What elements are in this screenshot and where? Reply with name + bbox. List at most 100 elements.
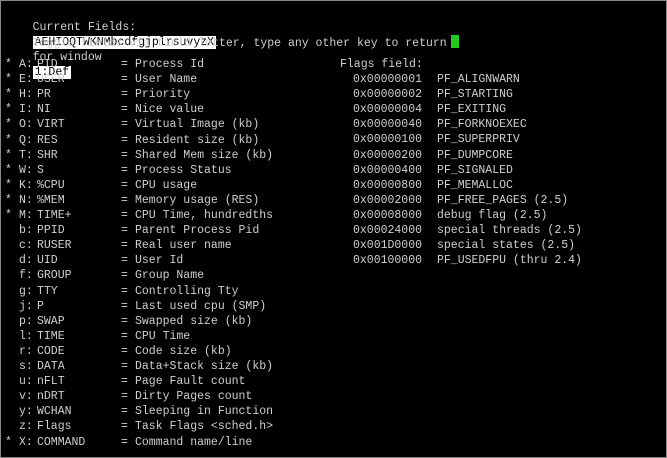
- field-name: UID: [37, 254, 58, 268]
- field-row[interactable]: r: CODE = Code size (kb): [5, 344, 232, 359]
- flag-hex-value: 0x00000004: [353, 103, 423, 117]
- field-row[interactable]: y: WCHAN = Sleeping in Function: [5, 404, 273, 419]
- instructions-line: Toggle fields via field letter, type any…: [5, 20, 459, 50]
- field-description: Process Id: [135, 58, 205, 71]
- field-enabled-marker: *: [5, 133, 12, 147]
- flag-name: PF_SIGNALED: [437, 163, 513, 177]
- field-key: O:: [19, 118, 33, 132]
- field-separator: =: [121, 284, 128, 298]
- field-enabled-marker: *: [5, 73, 12, 87]
- field-row[interactable]: * A: PID = Process Id: [5, 57, 204, 72]
- flag-name: special threads (2.5): [437, 224, 582, 237]
- field-row[interactable]: * Q: RES = Resident size (kb): [5, 133, 259, 148]
- field-key: v:: [19, 390, 33, 404]
- field-row[interactable]: j: P = Last used cpu (SMP): [5, 299, 266, 314]
- terminal-window[interactable]: Current Fields: AEHIOQTWKNMbcdfgjplrsuvy…: [0, 0, 667, 458]
- field-separator: =: [121, 88, 128, 102]
- field-row[interactable]: * M: TIME+ = CPU Time, hundredths: [5, 208, 273, 223]
- terminal-cursor[interactable]: [450, 35, 459, 48]
- field-description: Priority: [135, 88, 191, 102]
- field-row[interactable]: v: nDRT = Dirty Pages count: [5, 389, 252, 404]
- flag-name: PF_FORKNOEXEC: [437, 118, 527, 132]
- field-enabled-marker: *: [5, 163, 12, 177]
- flag-hex-value: 0x00000200: [353, 148, 423, 162]
- field-row[interactable]: u: nFLT = Page Fault count: [5, 374, 245, 389]
- field-description: Real user name: [135, 239, 232, 253]
- field-separator: =: [121, 224, 128, 238]
- field-name: PPID: [37, 224, 65, 238]
- field-separator: =: [121, 73, 128, 87]
- field-separator: =: [121, 163, 128, 177]
- field-enabled-marker: *: [5, 435, 12, 449]
- field-enabled-marker: *: [5, 103, 12, 117]
- field-separator: =: [121, 103, 128, 117]
- field-description: Data+Stack size (kb): [135, 360, 274, 373]
- field-enabled-marker: *: [5, 193, 12, 207]
- field-row[interactable]: * K: %CPU = CPU usage: [5, 178, 197, 193]
- field-row[interactable]: * X: COMMAND = Command name/line: [5, 435, 252, 450]
- field-name: Flags: [37, 420, 72, 434]
- flag-row: 0x001D0000 special states (2.5): [353, 238, 575, 253]
- field-key: d:: [19, 254, 33, 268]
- field-name: %MEM: [37, 193, 65, 207]
- flag-row: 0x00100000 PF_USEDFPU (thru 2.4): [353, 253, 582, 268]
- field-row[interactable]: c: RUSER = Real user name: [5, 238, 232, 253]
- field-key: N:: [19, 193, 33, 207]
- field-row[interactable]: * I: NI = Nice value: [5, 102, 204, 117]
- field-separator: =: [121, 178, 128, 192]
- field-key: u:: [19, 375, 33, 389]
- field-separator: =: [121, 405, 128, 419]
- field-row[interactable]: * O: VIRT = Virtual Image (kb): [5, 117, 259, 132]
- field-name: P: [37, 299, 44, 313]
- flags-title: Flags field:: [340, 58, 423, 71]
- field-key: b:: [19, 224, 33, 238]
- field-row[interactable]: g: TTY = Controlling Tty: [5, 284, 239, 299]
- field-enabled-marker: *: [5, 209, 12, 222]
- flag-hex-value: 0x00008000: [353, 208, 423, 222]
- field-row[interactable]: d: UID = User Id: [5, 253, 183, 268]
- field-row[interactable]: s: DATA = Data+Stack size (kb): [5, 359, 273, 374]
- field-separator: =: [121, 133, 128, 147]
- flag-row: 0x00008000 debug flag (2.5): [353, 208, 547, 223]
- flag-row: 0x00000004 PF_EXITING: [353, 102, 506, 117]
- field-name: RES: [37, 133, 58, 147]
- field-row[interactable]: * N: %MEM = Memory usage (RES): [5, 193, 259, 208]
- field-row[interactable]: * E: USER = User Name: [5, 72, 197, 87]
- field-description: Resident size (kb): [135, 133, 260, 147]
- field-name: SWAP: [37, 314, 65, 328]
- flag-hex-value: 0x00000002: [353, 88, 423, 102]
- field-row[interactable]: p: SWAP = Swapped size (kb): [5, 314, 252, 329]
- field-description: Parent Process Pid: [135, 224, 260, 238]
- field-row[interactable]: f: GROUP = Group Name: [5, 268, 204, 283]
- field-key: T:: [19, 148, 33, 162]
- field-row[interactable]: * H: PR = Priority: [5, 87, 190, 102]
- field-key: y:: [19, 405, 33, 419]
- field-row[interactable]: z: Flags = Task Flags <sched.h>: [5, 419, 273, 434]
- field-separator: =: [121, 360, 128, 373]
- field-key: r:: [19, 344, 33, 358]
- flag-row: 0x00000001 PF_ALIGNWARN: [353, 72, 520, 87]
- current-fields-line: Current Fields: AEHIOQTWKNMbcdfgjplrsuvy…: [5, 5, 217, 79]
- field-description: User Id: [135, 254, 184, 268]
- field-row[interactable]: b: PPID = Parent Process Pid: [5, 223, 259, 238]
- field-row[interactable]: * W: S = Process Status: [5, 163, 232, 178]
- field-key: A:: [19, 58, 33, 71]
- field-separator: =: [121, 193, 128, 207]
- field-row[interactable]: l: TIME = CPU Time: [5, 329, 190, 344]
- flag-hex-value: 0x00024000: [353, 224, 423, 237]
- field-separator: =: [121, 269, 128, 283]
- field-key: I:: [19, 103, 33, 117]
- field-enabled-marker: *: [5, 58, 12, 71]
- flag-row: 0x00000400 PF_SIGNALED: [353, 163, 513, 178]
- field-description: Task Flags <sched.h>: [135, 420, 274, 434]
- flag-hex-value: 0x001D0000: [353, 239, 423, 253]
- field-name: NI: [37, 103, 51, 117]
- flag-hex-value: 0x00000001: [353, 73, 423, 86]
- field-separator: =: [121, 58, 128, 71]
- field-key: K:: [19, 178, 33, 192]
- field-row[interactable]: * T: SHR = Shared Mem size (kb): [5, 148, 273, 163]
- field-separator: =: [121, 435, 128, 449]
- field-key: s:: [19, 360, 33, 373]
- field-name: TTY: [37, 284, 58, 298]
- field-key: H:: [19, 88, 33, 102]
